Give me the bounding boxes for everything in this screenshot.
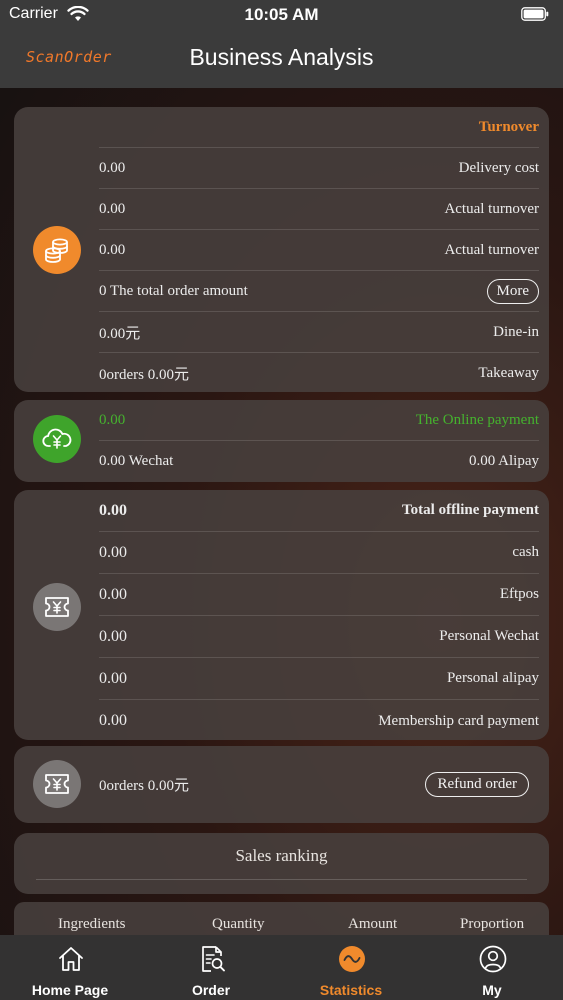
delivery-cost-label: Delivery cost — [458, 159, 539, 176]
personal-wechat-label: Personal Wechat — [439, 628, 539, 644]
turnover-row-total: 0 The total order amount More — [99, 271, 539, 312]
turnover-row-dinein: 0.00元 Dine-in — [99, 312, 539, 353]
cash-value: 0.00 — [99, 543, 127, 561]
refund-order-button[interactable]: Refund order — [425, 772, 529, 797]
tab-my-label: My — [482, 982, 502, 998]
dine-in-label: Dine-in — [493, 323, 539, 340]
personal-alipay-value: 0.00 — [99, 669, 127, 687]
actual-turnover-value: 0.00 — [99, 200, 126, 217]
tab-bar: Home Page Order Statistics My — [0, 935, 563, 1000]
cloud-yen-icon — [33, 415, 81, 463]
offline-row-cash: 0.00 cash — [99, 532, 539, 574]
sales-ranking-title: Sales ranking — [235, 846, 328, 865]
tab-home-label: Home Page — [31, 982, 109, 998]
offline-row-eftpos: 0.00 Eftpos — [99, 574, 539, 616]
clock: 10:05 AM — [244, 5, 319, 24]
col-proportion: Proportion — [460, 916, 525, 932]
actual-turnover-label-2: Actual turnover — [444, 241, 539, 258]
profile-icon — [479, 945, 507, 973]
actual-turnover-label: Actual turnover — [444, 200, 539, 217]
page-title: Business Analysis — [189, 44, 374, 70]
membership-label: Membership card payment — [378, 712, 539, 729]
turnover-row-delivery: 0.00 Delivery cost — [99, 148, 539, 189]
ticket-yen-icon — [33, 583, 81, 631]
online-total-row: 0.00 The Online payment — [99, 400, 539, 441]
delivery-cost-value: 0.00 — [99, 159, 126, 176]
tab-order[interactable]: Order — [141, 935, 281, 1000]
tab-statistics[interactable]: Statistics — [281, 935, 421, 1000]
online-breakdown-row: 0.00 Wechat 0.00 Alipay — [99, 441, 539, 482]
turnover-card: Turnover 0.00 Delivery cost 0.00 Actual … — [14, 107, 549, 392]
battery-icon — [521, 7, 549, 21]
personal-wechat-value: 0.00 — [99, 627, 127, 645]
status-bar: Carrier 10:05 AM — [0, 0, 563, 30]
wechat-value: 0.00 Wechat — [99, 453, 174, 469]
total-order-amount: 0 The total order amount — [99, 282, 248, 299]
online-payment-card: 0.00 The Online payment 0.00 Wechat 0.00… — [14, 400, 549, 482]
online-payment-label: The Online payment — [415, 411, 539, 428]
home-icon — [59, 947, 83, 971]
refund-card: 0orders 0.00元 Refund order — [14, 746, 549, 823]
sales-ranking-card[interactable]: Sales ranking — [14, 833, 549, 894]
col-ingredients: Ingredients — [58, 916, 126, 932]
refund-row: 0orders 0.00元 Refund order — [99, 764, 539, 805]
turnover-header-row: Turnover — [99, 107, 539, 148]
offline-total-value: 0.00 — [99, 501, 127, 519]
refund-value: 0orders 0.00元 — [99, 778, 189, 794]
turnover-title: Turnover — [478, 118, 539, 135]
order-search-icon — [202, 946, 225, 972]
offline-row-personal-wechat: 0.00 Personal Wechat — [99, 616, 539, 658]
takeaway-label: Takeaway — [478, 365, 539, 381]
alipay-value: 0.00 Alipay — [469, 453, 539, 469]
offline-total-row: 0.00 Total offline payment — [99, 490, 539, 532]
offline-row-personal-alipay: 0.00 Personal alipay — [99, 658, 539, 700]
turnover-row-actual-1: 0.00 Actual turnover — [99, 189, 539, 230]
eftpos-value: 0.00 — [99, 585, 127, 603]
cash-label: cash — [512, 544, 539, 560]
membership-value: 0.00 — [99, 712, 127, 729]
offline-total-label: Total offline payment — [402, 502, 539, 518]
actual-turnover-value-2: 0.00 — [99, 241, 126, 258]
turnover-row-takeaway: 0orders 0.00元 Takeaway — [99, 353, 539, 394]
dine-in-value: 0.00元 — [99, 325, 141, 342]
refund-ticket-icon — [33, 760, 81, 808]
more-button[interactable]: More — [486, 278, 539, 304]
offline-row-membership: 0.00 Membership card payment — [99, 700, 539, 742]
statistics-icon — [339, 946, 365, 972]
col-amount: Amount — [348, 916, 398, 932]
online-payment-value: 0.00 — [99, 411, 126, 428]
offline-payment-card: 0.00 Total offline payment 0.00 cash 0.0… — [14, 490, 549, 740]
tab-home[interactable]: Home Page — [0, 935, 140, 1000]
nav-bar: ScanOrder Business Analysis — [0, 30, 563, 88]
turnover-row-actual-2: 0.00 Actual turnover — [99, 230, 539, 271]
divider — [36, 879, 527, 880]
coins-icon — [33, 226, 81, 274]
eftpos-label: Eftpos — [499, 586, 539, 602]
tab-order-label: Order — [191, 982, 231, 998]
tab-my[interactable]: My — [422, 935, 562, 1000]
takeaway-value: 0orders 0.00元 — [99, 367, 189, 383]
tab-statistics-label: Statistics — [319, 982, 383, 998]
col-quantity: Quantity — [212, 916, 265, 932]
personal-alipay-label: Personal alipay — [446, 670, 539, 686]
